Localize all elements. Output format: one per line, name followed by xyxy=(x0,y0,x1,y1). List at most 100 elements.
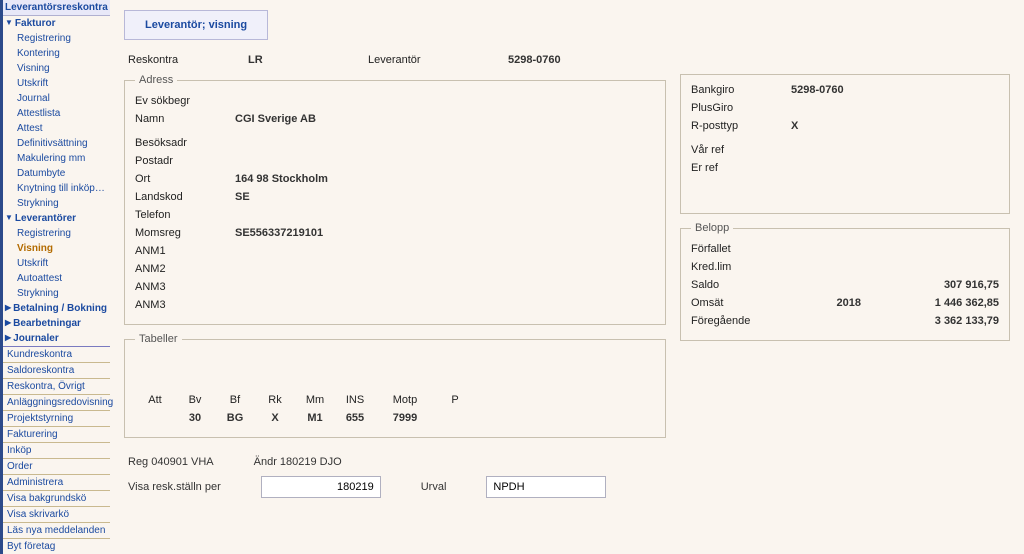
chevron-down-icon: ▼ xyxy=(5,18,13,28)
belopp-year xyxy=(791,243,861,255)
sidebar-section-journaler[interactable]: ▶ Journaler xyxy=(3,331,110,346)
adress-label: Landskod xyxy=(135,191,235,203)
info-label: R-posttyp xyxy=(691,120,791,132)
belopp-label: Kred.lim xyxy=(691,261,791,273)
tabeller-legend: Tabeller xyxy=(135,333,182,345)
sidebar-link-bakgrundsko[interactable]: Visa bakgrundskö xyxy=(3,490,110,506)
chevron-right-icon: ▶ xyxy=(5,303,11,313)
sidebar-link-fakturering[interactable]: Fakturering xyxy=(3,426,110,442)
sidebar-item-journal[interactable]: Journal xyxy=(3,91,110,106)
tabeller-header: Att xyxy=(135,391,175,409)
sidebar-item-definitiv[interactable]: Definitivsättning xyxy=(3,136,110,151)
sidebar-item-knytning[interactable]: Knytning till inköpsorder xyxy=(3,181,110,196)
adress-row: ANM1 xyxy=(135,242,655,260)
adress-row: Ort164 98 Stockholm xyxy=(135,170,655,188)
sidebar-section-label: Leverantörer xyxy=(15,212,76,225)
sidebar-item-lev-visning[interactable]: Visning xyxy=(3,241,110,256)
sidebar-item-kontering[interactable]: Kontering xyxy=(3,46,110,61)
info-fieldset: Bankgiro5298-0760PlusGiroR-posttypXVår r… xyxy=(680,74,1010,214)
sidebar-item-lev-autoattest[interactable]: Autoattest xyxy=(3,271,110,286)
sidebar-section-fakturor[interactable]: ▼ Fakturor xyxy=(3,16,110,31)
urval-input[interactable] xyxy=(486,476,606,498)
belopp-fieldset: Belopp FörfalletKred.limSaldo307 916,75O… xyxy=(680,222,1010,341)
sidebar-link-saldoreskontra[interactable]: Saldoreskontra xyxy=(3,362,110,378)
sidebar-item-strykning[interactable]: Strykning xyxy=(3,196,110,211)
footer-reg: Reg 040901 VHA xyxy=(128,456,214,468)
sidebar-link-kundreskontra[interactable]: Kundreskontra xyxy=(3,346,110,362)
header-line: Reskontra LR Leverantör 5298-0760 xyxy=(124,50,1010,74)
chevron-right-icon: ▶ xyxy=(5,318,11,328)
info-value: X xyxy=(791,120,798,132)
urval-label: Urval xyxy=(421,481,447,493)
sidebar-link-reskontra-ovrigt[interactable]: Reskontra, Övrigt xyxy=(3,378,110,394)
info-row: Er ref xyxy=(691,159,999,177)
header-leverantor-label: Leverantör xyxy=(368,54,508,66)
adress-label: ANM2 xyxy=(135,263,235,275)
sidebar-link-administrera[interactable]: Administrera xyxy=(3,474,110,490)
adress-row: Telefon xyxy=(135,206,655,224)
sidebar-link-meddelanden[interactable]: Läs nya meddelanden xyxy=(3,522,110,538)
belopp-value xyxy=(861,261,999,273)
belopp-value: 3 362 133,79 xyxy=(861,315,999,327)
sidebar-item-utskrift[interactable]: Utskrift xyxy=(3,76,110,91)
sidebar-item-attest[interactable]: Attest xyxy=(3,121,110,136)
sidebar-section-label: Betalning / Bokning xyxy=(13,302,107,315)
adress-legend: Adress xyxy=(135,74,177,86)
adress-value: SE556337219101 xyxy=(235,227,323,239)
header-reskontra-value: LR xyxy=(248,54,368,66)
tabeller-cell xyxy=(135,409,175,427)
sidebar-link-projektstyrning[interactable]: Projektstyrning xyxy=(3,410,110,426)
tabeller-header: P xyxy=(435,391,475,409)
sidebar-item-registrering[interactable]: Registrering xyxy=(3,31,110,46)
sidebar-link-order[interactable]: Order xyxy=(3,458,110,474)
belopp-value xyxy=(861,243,999,255)
adress-label: Besöksadr xyxy=(135,137,235,149)
sidebar-section-label: Bearbetningar xyxy=(13,317,81,330)
sidebar-item-attestlista[interactable]: Attestlista xyxy=(3,106,110,121)
main: Leverantör; visning Reskontra LR Leveran… xyxy=(110,0,1024,554)
visa-resk-input[interactable] xyxy=(261,476,381,498)
sidebar-item-lev-utskrift[interactable]: Utskrift xyxy=(3,256,110,271)
sidebar-section-label: Journaler xyxy=(13,332,59,345)
info-value: 5298-0760 xyxy=(791,84,844,96)
belopp-label: Föregående xyxy=(691,315,791,327)
tab-leverantor-visning[interactable]: Leverantör; visning xyxy=(124,10,268,40)
tabeller-header: Rk xyxy=(255,391,295,409)
tabeller-cell: 7999 xyxy=(375,409,435,427)
adress-fieldset: Adress Ev sökbegrNamnCGI Sverige ABBesök… xyxy=(124,74,666,325)
sidebar-item-makulering[interactable]: Makulering mm xyxy=(3,151,110,166)
tabeller-cell: BG xyxy=(215,409,255,427)
belopp-row: Saldo307 916,75 xyxy=(691,276,999,294)
sidebar-item-lev-registrering[interactable]: Registrering xyxy=(3,226,110,241)
belopp-label: Saldo xyxy=(691,279,791,291)
footer-andr: Ändr 180219 DJO xyxy=(254,456,342,468)
sidebar-item-datumbyte[interactable]: Datumbyte xyxy=(3,166,110,181)
adress-label: ANM3 xyxy=(135,281,235,293)
sidebar-link-anlaggning[interactable]: Anläggningsredovisning xyxy=(3,394,110,410)
belopp-row: Förfallet xyxy=(691,240,999,258)
tabeller-cell: X xyxy=(255,409,295,427)
adress-label: Telefon xyxy=(135,209,235,221)
footer: Reg 040901 VHA Ändr 180219 DJO Visa resk… xyxy=(124,446,666,502)
adress-value: CGI Sverige AB xyxy=(235,113,316,125)
adress-row: NamnCGI Sverige AB xyxy=(135,110,655,128)
sidebar-section-leverantorer[interactable]: ▼ Leverantörer xyxy=(3,211,110,226)
info-row: Vår ref xyxy=(691,141,999,159)
tabeller-header: Bf xyxy=(215,391,255,409)
adress-row: Besöksadr xyxy=(135,134,655,152)
adress-value: 164 98 Stockholm xyxy=(235,173,328,185)
tabeller-header: INS xyxy=(335,391,375,409)
sidebar-section-label: Fakturor xyxy=(15,17,56,30)
sidebar-link-byt-foretag[interactable]: Byt företag xyxy=(3,538,110,554)
sidebar-section-bearbetningar[interactable]: ▶ Bearbetningar xyxy=(3,316,110,331)
sidebar-link-inkop[interactable]: Inköp xyxy=(3,442,110,458)
sidebar-section-betalning[interactable]: ▶ Betalning / Bokning xyxy=(3,301,110,316)
sidebar-link-skrivarko[interactable]: Visa skrivarkö xyxy=(3,506,110,522)
info-label: Bankgiro xyxy=(691,84,791,96)
info-label: Vår ref xyxy=(691,144,791,156)
sidebar: Leverantörsreskontra ▼ Fakturor Registre… xyxy=(0,0,110,554)
belopp-value: 1 446 362,85 xyxy=(861,297,999,309)
sidebar-item-lev-strykning[interactable]: Strykning xyxy=(3,286,110,301)
sidebar-item-visning[interactable]: Visning xyxy=(3,61,110,76)
tabeller-grid: AttBvBfRkMmINSMotpP30BGXM16557999 xyxy=(135,391,655,427)
